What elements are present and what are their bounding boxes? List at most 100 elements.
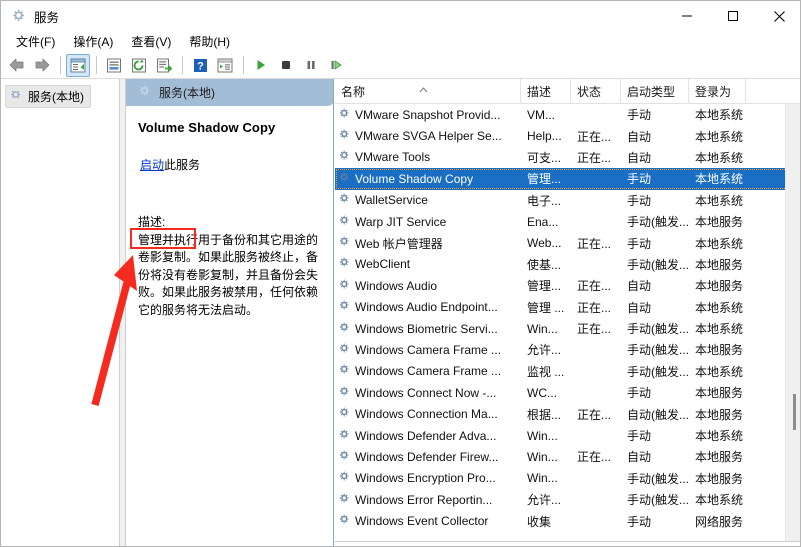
cell-startup-type: 手动 [621,427,689,444]
help-icon[interactable]: ? [188,54,212,77]
cell-log-on-as: 本地系统 [689,299,746,316]
show-hide-tree-icon[interactable] [66,54,90,77]
column-header-startup-type[interactable]: 启动类型 [621,79,689,103]
window-title: 服务 [34,7,59,26]
table-row[interactable]: Windows Error Reportin...允许...手动(触发...本地… [335,489,801,510]
cell-description: Help... [521,129,571,143]
list-bottom-edge [335,541,801,546]
cell-log-on-as: 本地系统 [689,363,746,380]
cell-description: 收集 [521,513,571,530]
forward-icon[interactable] [30,54,54,77]
minimize-button[interactable] [664,1,710,31]
service-gear-icon [338,149,351,165]
properties-icon[interactable] [102,54,126,77]
cell-description: VM... [521,108,571,122]
table-row[interactable]: Windows Biometric Servi...Win...正在...手动(… [335,318,801,339]
service-gear-icon [338,299,351,315]
table-row[interactable]: Windows Audio Endpoint...管理 ...正在...自动本地… [335,297,801,318]
cell-log-on-as: 本地服务 [689,256,746,273]
table-row[interactable]: Windows Audio管理...正在...自动本地服务 [335,275,801,296]
cell-log-on-as: 本地服务 [689,470,746,487]
cell-description: Win... [521,471,571,485]
table-row[interactable]: VMware SVGA Helper Se...Help...正在...自动本地… [335,125,801,146]
table-row[interactable]: Windows Event Collector收集手动网络服务 [335,510,801,531]
cell-startup-type: 手动(触发... [621,470,689,487]
table-row[interactable]: VMware Snapshot Provid...VM...手动本地系统 [335,104,801,125]
cell-service-name: Windows Audio [335,278,521,294]
refresh-icon[interactable] [127,54,151,77]
menu-file[interactable]: 文件(F) [7,31,64,52]
start-service-link[interactable]: 启动 [140,158,164,172]
cell-description: Ena... [521,215,571,229]
toolbar-separator [96,56,97,74]
cell-service-name: VMware SVGA Helper Se... [335,128,521,144]
table-row[interactable]: Windows Connect Now -...WC...手动本地服务 [335,382,801,403]
cell-startup-type: 手动(触发... [621,363,689,380]
table-row[interactable]: WalletService电子...手动本地系统 [335,190,801,211]
maximize-button[interactable] [710,1,756,31]
service-gear-icon [338,406,351,422]
restart-service-icon[interactable] [324,54,348,77]
service-name-label: VMware Tools [355,150,430,164]
cell-startup-type: 手动(触发... [621,341,689,358]
cell-startup-type: 手动 [621,235,689,252]
vertical-scrollbar[interactable] [785,104,801,547]
menu-help[interactable]: 帮助(H) [180,31,239,52]
export-list-icon[interactable] [152,54,176,77]
cell-description: Win... [521,322,571,336]
table-row[interactable]: Windows Connection Ma...根据...正在...自动(触发.… [335,403,801,424]
table-row[interactable]: VMware Tools可支...正在...自动本地系统 [335,147,801,168]
service-gear-icon [338,214,351,230]
back-icon[interactable] [5,54,29,77]
table-row[interactable]: Warp JIT ServiceEna...手动(触发...本地服务 [335,211,801,232]
stop-service-icon[interactable] [274,54,298,77]
cell-log-on-as: 本地服务 [689,384,746,401]
cell-service-name: Windows Encryption Pro... [335,470,521,486]
table-row[interactable]: Windows Defender Firew...Win...正在...自动本地… [335,446,801,467]
menu-view[interactable]: 查看(V) [122,31,180,52]
cell-startup-type: 自动 [621,448,689,465]
service-name-label: Warp JIT Service [355,215,446,229]
service-gear-icon [338,449,351,465]
service-gear-icon [338,363,351,379]
start-service-action[interactable]: 启动此服务 [138,155,202,174]
tree-item-label: 服务(本地) [28,88,84,105]
gear-icon [138,84,152,101]
close-button[interactable] [756,1,801,31]
service-name-label: WebClient [355,257,410,271]
menu-action[interactable]: 操作(A) [64,31,122,52]
table-row[interactable]: Windows Camera Frame ...允许...手动(触发...本地服… [335,339,801,360]
table-row[interactable]: Windows Camera Frame ...监视 ...手动(触发...本地… [335,361,801,382]
service-name-label: Web 帐户管理器 [355,235,443,252]
cell-description: 管理... [521,277,571,294]
column-header-log-on-as[interactable]: 登录为 [689,79,746,103]
cell-startup-type: 手动(触发... [621,256,689,273]
service-name-label: VMware SVGA Helper Se... [355,129,502,143]
start-service-icon[interactable] [249,54,273,77]
list-view-icon[interactable] [213,54,237,77]
gear-icon [11,8,27,24]
table-row[interactable]: Windows Encryption Pro...Win... 手动(触发...本… [335,468,801,489]
column-header-status[interactable]: 状态 [571,79,621,103]
start-service-suffix: 此服务 [164,158,200,172]
table-row[interactable]: WebClient使基...手动(触发...本地服务 [335,254,801,275]
service-gear-icon [338,428,351,444]
toolbar-separator [60,56,61,74]
table-row[interactable]: Volume Shadow Copy管理...手动本地系统 [335,168,801,189]
scrollbar-thumb[interactable] [793,394,796,430]
cell-service-name: Windows Camera Frame ... [335,342,521,358]
pause-service-icon[interactable] [299,54,323,77]
service-name-label: Windows Error Reportin... [355,493,492,507]
table-row[interactable]: Windows Defender Adva...Win...手动本地系统 [335,425,801,446]
table-row[interactable]: Web 帐户管理器Web...正在...手动本地系统 [335,232,801,253]
service-gear-icon [338,385,351,401]
cell-description: 允许... [521,491,571,508]
cell-status: 正在... [571,299,621,316]
cell-log-on-as: 本地系统 [689,320,746,337]
cell-startup-type: 手动 [621,106,689,123]
column-header-name[interactable]: 名称 [335,79,521,103]
tree-item-services-local[interactable]: 服务(本地) [5,85,91,108]
cell-startup-type: 手动 [621,513,689,530]
service-gear-icon [338,171,351,187]
column-header-description[interactable]: 描述 [521,79,571,103]
